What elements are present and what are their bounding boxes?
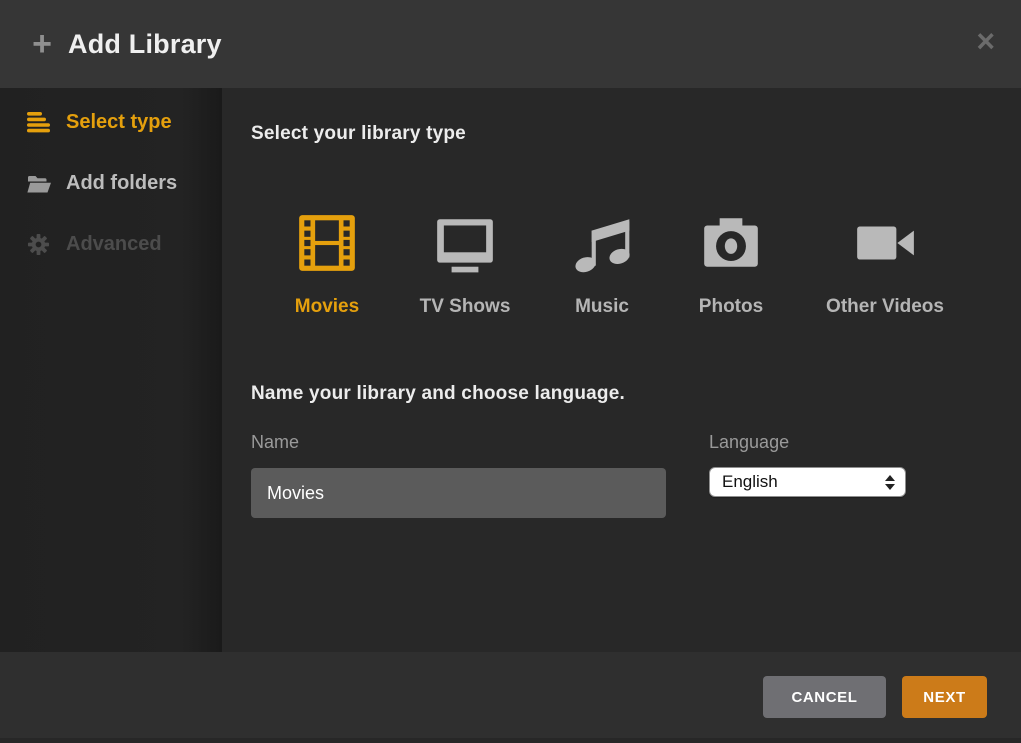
library-type-label: TV Shows [420,296,511,318]
library-type-other-videos[interactable]: Other Videos [815,208,955,318]
sidebar-item-label: Add folders [66,172,177,195]
dialog-title: Add Library [68,29,222,60]
language-selected-value: English [710,472,885,492]
sidebar-item-add-folders[interactable]: Add folders [0,153,222,214]
sidebar-item-label: Advanced [66,233,162,256]
library-type-tv-shows[interactable]: TV Shows [395,208,535,318]
language-select[interactable]: English [709,467,906,497]
list-lines-icon [27,112,53,133]
dialog-footer: CANCEL NEXT [0,652,1021,743]
camera-icon [698,208,764,278]
dialog-header: + Add Library × [0,0,1021,88]
gear-icon [27,233,53,256]
library-type-label: Movies [295,296,359,318]
sidebar-item-label: Select type [66,111,172,134]
library-type-label: Music [575,296,629,318]
library-type-label: Other Videos [826,296,944,318]
video-camera-icon [851,208,919,278]
library-name-input[interactable] [251,468,666,518]
add-library-dialog: + Add Library × Select type [0,0,1021,743]
library-type-photos[interactable]: Photos [661,208,801,318]
music-note-icon [569,208,635,278]
tv-icon [431,208,499,278]
language-field-label: Language [709,432,789,453]
next-button[interactable]: NEXT [902,676,987,718]
library-type-music[interactable]: Music [532,208,672,318]
film-strip-icon [293,208,361,278]
plus-icon: + [28,27,56,61]
select-stepper-icon [885,475,895,490]
library-type-label: Photos [699,296,763,318]
wizard-steps-sidebar: Select type Add folders [0,88,222,652]
library-type-heading: Select your library type [251,123,466,145]
close-icon[interactable]: × [976,24,995,58]
select-type-panel: Select your library type [222,88,1021,652]
name-field-label: Name [251,432,299,453]
sidebar-item-advanced[interactable]: Advanced [0,214,222,275]
sidebar-item-select-type[interactable]: Select type [0,92,222,153]
cancel-button[interactable]: CANCEL [763,676,886,718]
library-name-heading: Name your library and choose language. [251,383,625,405]
folder-open-icon [27,174,53,194]
library-type-movies[interactable]: Movies [257,208,397,318]
